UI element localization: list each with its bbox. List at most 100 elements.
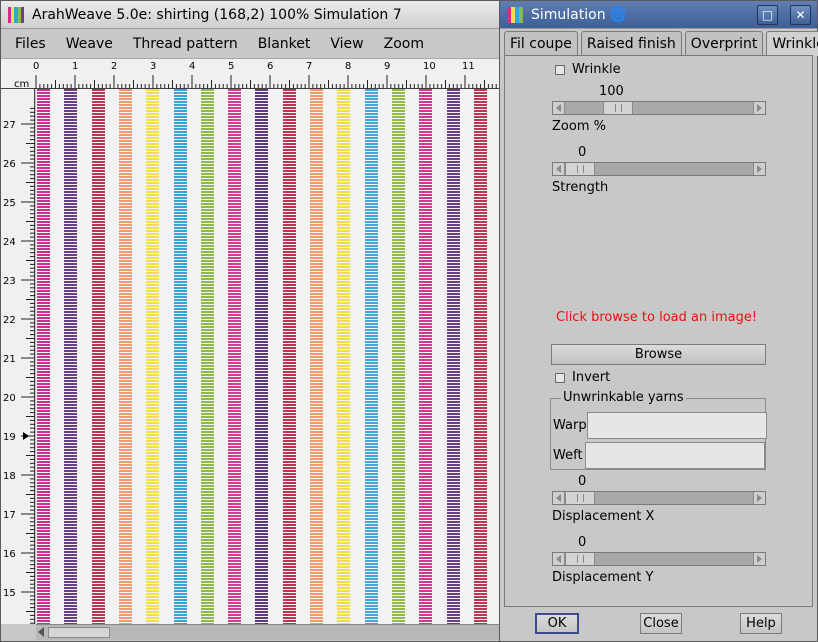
ruler-top-label: 3 [150, 61, 156, 72]
warp-stripe [255, 89, 269, 624]
invert-checkbox[interactable] [555, 372, 565, 383]
menu-weave[interactable]: Weave [56, 36, 123, 52]
tab-wrinkle[interactable]: Wrinkle [766, 31, 818, 56]
warp-stripe [364, 89, 378, 624]
menu-zoom[interactable]: Zoom [374, 36, 434, 52]
browse-button[interactable]: Browse [551, 344, 766, 365]
scrollbar-thumb[interactable] [48, 627, 110, 638]
dialog-title: Simulation [531, 6, 606, 23]
strength-slider[interactable] [552, 162, 766, 176]
warp-stripe [419, 89, 433, 624]
zoom-slider-thumb[interactable] [602, 102, 633, 114]
ruler-top-label: 1 [72, 61, 78, 72]
help-button[interactable]: Help [740, 613, 782, 634]
displacement-y-slider-thumb[interactable] [565, 553, 595, 565]
menu-blanket[interactable]: Blanket [248, 36, 321, 52]
ruler-left-label: 18 [3, 471, 16, 482]
ruler-left-label: 22 [3, 315, 16, 326]
wrinkle-panel: Wrinkle 100 Zoom % 0 Strength Click brow… [504, 55, 813, 607]
warp-stripe [228, 89, 242, 624]
tab-raised-finish[interactable]: Raised finish [580, 31, 682, 55]
swirl-icon: 🌀 [609, 6, 628, 23]
fabric-simulation-canvas[interactable] [36, 89, 499, 624]
ruler-left-label: 17 [3, 510, 16, 521]
zoom-label: Zoom % [552, 119, 606, 134]
displacement-x-left-arrow-icon[interactable] [553, 492, 565, 504]
warp-stripe [282, 89, 296, 624]
strength-slider-right-arrow-icon[interactable] [753, 163, 765, 175]
strength-slider-left-arrow-icon[interactable] [553, 163, 565, 175]
warp-input[interactable] [586, 411, 767, 439]
wrinkle-checkbox-label: Wrinkle [572, 62, 621, 77]
warp-stripe [37, 89, 50, 624]
displacement-y-right-arrow-icon[interactable] [753, 553, 765, 565]
ruler-left-label: 20 [3, 393, 16, 404]
tab-fil-coupe[interactable]: Fil coupe [504, 31, 578, 55]
ruler-position-marker-icon [23, 432, 29, 440]
maximize-button[interactable]: □ [757, 5, 778, 25]
warp-stripe [118, 89, 132, 624]
ruler-left-label: 15 [3, 588, 16, 599]
warp-label: Warp [553, 417, 587, 433]
vertical-ruler-scale: 27 26 25 24 23 22 21 20 19 18 17 16 15 [3, 107, 35, 624]
ruler-top-label: 0 [33, 61, 39, 72]
horizontal-scrollbar[interactable] [36, 624, 501, 640]
ruler-top-label: 6 [267, 61, 273, 72]
ruler-top-label: 2 [111, 61, 117, 72]
ruler-top-label: 9 [384, 61, 390, 72]
displacement-x-slider[interactable] [552, 491, 766, 505]
weft-input[interactable] [585, 441, 765, 469]
ruler-left-label: 27 [3, 120, 16, 131]
tab-overprint[interactable]: Overprint [684, 31, 764, 55]
zoom-slider[interactable] [552, 101, 766, 115]
wrinkle-checkbox-row[interactable]: Wrinkle [555, 62, 621, 77]
menubar: Files Weave Thread pattern Blanket View … [1, 29, 501, 59]
displacement-y-slider[interactable] [552, 552, 766, 566]
menu-files[interactable]: Files [5, 36, 56, 52]
ruler-left-label: 16 [3, 549, 16, 560]
browse-hint-message: Click browse to load an image! [556, 310, 758, 325]
unwrinkable-yarns-legend: Unwrinkable yarns [561, 390, 686, 405]
ruler-top-label: 8 [345, 61, 351, 72]
horizontal-ruler: cm 0 1 2 3 4 5 6 7 8 9 10 11 [1, 59, 501, 90]
zoom-value: 100 [599, 84, 624, 99]
warp-stripe [446, 89, 460, 624]
warp-stripe [473, 89, 487, 624]
menu-thread-pattern[interactable]: Thread pattern [123, 36, 248, 52]
ruler-left-label: 26 [3, 159, 16, 170]
vertical-ruler: 27 26 25 24 23 22 21 20 19 18 17 16 15 [1, 89, 35, 624]
warp-stripe [91, 89, 105, 624]
ruler-left-label: 23 [3, 276, 16, 287]
ruler-top-label: 5 [228, 61, 234, 72]
zoom-slider-right-arrow-icon[interactable] [753, 102, 765, 114]
invert-checkbox-row[interactable]: Invert [555, 370, 610, 385]
strength-label: Strength [552, 180, 609, 195]
window-title: ArahWeave 5.0e: shirting (168,2) 100% Si… [32, 6, 402, 23]
dialog-logo-icon [507, 6, 523, 23]
close-button[interactable]: Close [640, 613, 682, 634]
app-logo-icon [8, 6, 25, 23]
ruler-top-label: 11 [462, 61, 475, 72]
displacement-y-left-arrow-icon[interactable] [553, 553, 565, 565]
dialog-titlebar[interactable]: Simulation 🌀 □ ✕ [500, 1, 817, 29]
strength-slider-thumb[interactable] [565, 163, 595, 175]
main-titlebar[interactable]: ArahWeave 5.0e: shirting (168,2) 100% Si… [1, 1, 501, 29]
displacement-x-slider-thumb[interactable] [565, 492, 595, 504]
warp-stripe [200, 89, 214, 624]
displacement-x-right-arrow-icon[interactable] [753, 492, 765, 504]
ok-button[interactable]: OK [535, 613, 579, 634]
warp-stripe [64, 89, 78, 624]
warp-stripe [310, 89, 323, 624]
horizontal-ruler-scale: cm 0 1 2 3 4 5 6 7 8 9 10 11 [14, 61, 497, 90]
weft-row: Weft [551, 441, 765, 469]
zoom-slider-left-arrow-icon[interactable] [553, 102, 565, 114]
tab-bar: Fil coupe Raised finish Overprint Wrinkl… [504, 31, 818, 56]
ruler-top-label: 7 [306, 61, 312, 72]
wrinkle-checkbox[interactable] [555, 64, 565, 75]
menu-view[interactable]: View [320, 36, 373, 52]
displacement-x-label: Displacement X [552, 509, 655, 524]
close-window-button[interactable]: ✕ [790, 5, 811, 25]
scroll-left-arrow-icon[interactable] [38, 627, 44, 637]
ruler-left-label: 24 [3, 237, 16, 248]
ruler-left-label: 21 [3, 354, 16, 365]
